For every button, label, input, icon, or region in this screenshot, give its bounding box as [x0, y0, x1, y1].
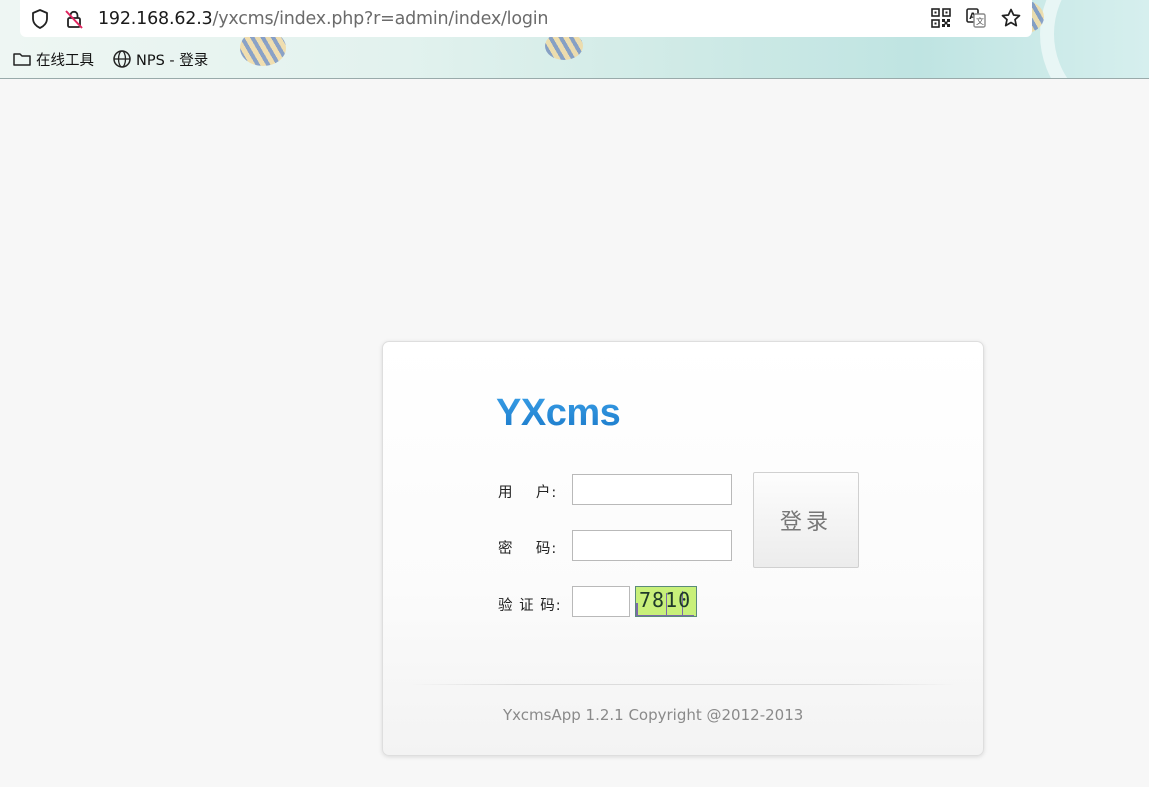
shield-icon[interactable]	[29, 8, 51, 30]
login-button[interactable]: 登录	[753, 472, 859, 568]
bookmark-label: NPS - 登录	[136, 52, 209, 69]
folder-icon	[13, 53, 31, 66]
address-bar[interactable]: 192.168.62.3/yxcms/index.php?r=admin/ind…	[20, 0, 1032, 37]
username-input[interactable]	[572, 474, 732, 505]
qr-code-icon[interactable]	[930, 7, 952, 29]
captcha-text: 7810	[639, 588, 692, 612]
translate-icon[interactable]: A 文	[965, 7, 987, 29]
url-host: 192.168.62.3	[98, 9, 213, 29]
globe-icon	[113, 50, 131, 68]
captcha-noise	[638, 615, 694, 616]
divider	[408, 684, 958, 685]
username-label: 用 户:	[498, 485, 558, 501]
captcha-label: 验 证 码:	[498, 598, 562, 614]
bookmark-folder-tools[interactable]: 在线工具	[12, 44, 94, 74]
svg-text:文: 文	[976, 16, 984, 26]
captcha-image[interactable]: 7810	[635, 586, 697, 617]
yxcms-logo: YXcms	[496, 392, 621, 434]
password-label: 密 码:	[498, 541, 558, 557]
star-icon[interactable]	[1000, 7, 1022, 29]
url-path: /yxcms/index.php?r=admin/index/login	[212, 9, 549, 29]
not-secure-lock-icon[interactable]	[63, 8, 85, 30]
url-field[interactable]: 192.168.62.3/yxcms/index.php?r=admin/ind…	[98, 8, 549, 30]
bookmark-label: 在线工具	[36, 52, 94, 69]
password-input[interactable]	[572, 530, 732, 561]
captcha-input[interactable]	[572, 586, 630, 617]
bookmark-nps-login[interactable]: NPS - 登录	[112, 44, 208, 74]
browser-toolbar: 192.168.62.3/yxcms/index.php?r=admin/ind…	[0, 0, 1149, 79]
login-panel: YXcms 用 户: 密 码: 验 证 码: 7810 登录 YxcmsApp …	[382, 341, 984, 756]
copyright-footer: YxcmsApp 1.2.1 Copyright @2012-2013	[503, 706, 804, 724]
theme-decoration	[1040, 0, 1149, 78]
